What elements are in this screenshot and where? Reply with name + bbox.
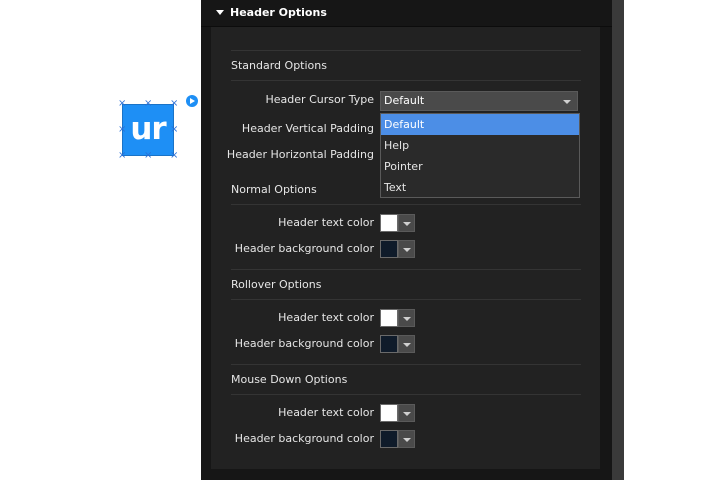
cursor-type-select[interactable]: Default bbox=[380, 91, 578, 111]
divider bbox=[231, 204, 581, 205]
color-swatch[interactable] bbox=[380, 404, 398, 422]
rollover-text-color-label: Header text color bbox=[278, 311, 374, 324]
cursor-type-dropdown-list[interactable]: Default Help Pointer Text bbox=[380, 113, 580, 198]
chevron-down-icon[interactable] bbox=[398, 240, 415, 258]
resize-handle-bottom-right[interactable]: × bbox=[170, 151, 178, 161]
resize-handle-top[interactable]: × bbox=[144, 99, 152, 109]
horizontal-padding-label: Header Horizontal Padding bbox=[226, 148, 374, 161]
rollover-bg-color-picker[interactable] bbox=[380, 335, 416, 355]
dropdown-option[interactable]: Default bbox=[381, 114, 579, 135]
color-swatch[interactable] bbox=[380, 240, 398, 258]
normal-text-color-picker[interactable] bbox=[380, 214, 416, 234]
chevron-down-icon[interactable] bbox=[398, 335, 415, 353]
normal-bg-color-label: Header background color bbox=[234, 242, 374, 255]
resize-handle-top-left[interactable]: × bbox=[118, 99, 126, 109]
mousedown-text-color-label: Header text color bbox=[278, 406, 374, 419]
chevron-down-icon bbox=[563, 100, 571, 104]
panel-scrollbar[interactable] bbox=[612, 0, 624, 480]
divider bbox=[231, 80, 581, 81]
divider bbox=[231, 394, 581, 395]
color-swatch[interactable] bbox=[380, 335, 398, 353]
rollover-bg-color-label: Header background color bbox=[234, 337, 374, 350]
cursor-type-label: Header Cursor Type bbox=[265, 93, 374, 106]
mousedown-text-color-picker[interactable] bbox=[380, 404, 416, 424]
section-title-mousedown: Mouse Down Options bbox=[231, 373, 348, 386]
normal-bg-color-picker[interactable] bbox=[380, 240, 416, 260]
canvas-widget[interactable]: ur bbox=[122, 104, 174, 156]
panel-body: Standard Options Header Cursor Type Defa… bbox=[211, 27, 600, 469]
dropdown-option[interactable]: Help bbox=[381, 135, 579, 156]
options-panel: Header Options Standard Options Header C… bbox=[201, 0, 612, 480]
divider bbox=[231, 299, 581, 300]
rollover-text-color-picker[interactable] bbox=[380, 309, 416, 329]
divider bbox=[231, 50, 581, 51]
panel-header[interactable]: Header Options bbox=[201, 0, 612, 27]
widget-logo-text: ur bbox=[130, 111, 166, 147]
collapse-triangle-icon[interactable] bbox=[216, 10, 224, 15]
chevron-down-icon[interactable] bbox=[398, 430, 415, 448]
resize-handle-top-right[interactable]: × bbox=[170, 99, 178, 109]
resize-handle-bottom[interactable]: × bbox=[144, 151, 152, 161]
chevron-down-icon[interactable] bbox=[398, 214, 415, 232]
widget-options-arrow-icon[interactable] bbox=[186, 95, 198, 107]
section-title-normal: Normal Options bbox=[231, 183, 317, 196]
panel-title: Header Options bbox=[230, 6, 327, 19]
mousedown-bg-color-picker[interactable] bbox=[380, 430, 416, 450]
resize-handle-bottom-left[interactable]: × bbox=[118, 151, 126, 161]
vertical-padding-label: Header Vertical Padding bbox=[241, 122, 374, 135]
color-swatch[interactable] bbox=[380, 430, 398, 448]
resize-handle-left[interactable]: × bbox=[118, 125, 126, 135]
color-swatch[interactable] bbox=[380, 214, 398, 232]
divider bbox=[231, 269, 581, 270]
color-swatch[interactable] bbox=[380, 309, 398, 327]
dropdown-option[interactable]: Text bbox=[381, 177, 579, 198]
normal-text-color-label: Header text color bbox=[278, 216, 374, 229]
chevron-down-icon[interactable] bbox=[398, 404, 415, 422]
resize-handle-right[interactable]: × bbox=[170, 125, 178, 135]
cursor-type-value: Default bbox=[384, 94, 425, 107]
section-title-standard: Standard Options bbox=[231, 59, 327, 72]
section-title-rollover: Rollover Options bbox=[231, 278, 322, 291]
divider bbox=[231, 364, 581, 365]
mousedown-bg-color-label: Header background color bbox=[234, 432, 374, 445]
chevron-down-icon[interactable] bbox=[398, 309, 415, 327]
dropdown-option[interactable]: Pointer bbox=[381, 156, 579, 177]
